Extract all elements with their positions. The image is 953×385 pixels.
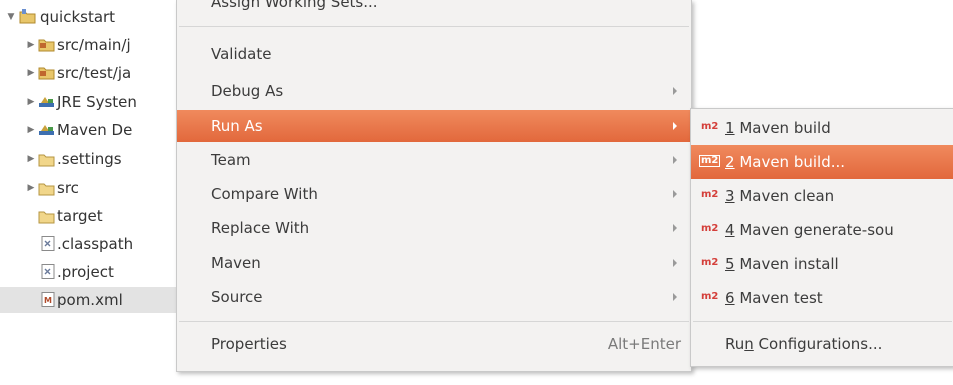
svg-text:M: M	[44, 296, 52, 305]
menu-item-label: Maven	[211, 254, 261, 272]
menu-item-validate[interactable]: Validate	[177, 38, 691, 70]
submenu-item-maven-clean[interactable]: m2 3 Maven clean	[691, 179, 953, 213]
source-folder-icon	[38, 39, 55, 52]
submenu-item-label: 3 Maven clean	[725, 187, 835, 205]
submenu-item-label: 6 Maven test	[725, 289, 823, 307]
submenu-item-run-configurations[interactable]: Run Configurations...	[691, 327, 953, 361]
menu-item-label: Replace With	[211, 219, 310, 237]
menu-item-label: Team	[211, 151, 251, 169]
source-folder-icon	[38, 67, 55, 80]
tree-item-src-main[interactable]: ▶ src/main/j	[0, 32, 200, 58]
tree-item-jre-system[interactable]: ▶ JRE Systen	[0, 89, 200, 115]
tree-item-label: Maven De	[57, 121, 133, 139]
context-menu: Assign Working Sets... Validate Debug As…	[176, 0, 692, 372]
menu-item-label: Validate	[211, 45, 272, 63]
submenu-item-maven-build-1[interactable]: m2 1 Maven build	[691, 111, 953, 145]
collapsed-arrow-icon[interactable]: ▶	[26, 39, 36, 51]
menu-item-label: Compare With	[211, 185, 318, 203]
tree-item-src-test[interactable]: ▶ src/test/ja	[0, 60, 200, 86]
folder-icon	[38, 154, 55, 167]
menu-item-assign-working-sets[interactable]: Assign Working Sets...	[177, 0, 691, 18]
tree-item-settings[interactable]: ▶ .settings	[0, 146, 200, 172]
submenu-item-label: 2 Maven build...	[725, 153, 846, 171]
submenu-arrow-icon	[673, 190, 677, 198]
maven-m2-icon: m2	[701, 257, 719, 268]
library-icon	[39, 97, 54, 107]
maven-m2-icon: m2	[699, 155, 721, 167]
tree-item-label: JRE Systen	[57, 93, 137, 111]
submenu-item-maven-install[interactable]: m2 5 Maven install	[691, 247, 953, 281]
tree-item-pom-xml[interactable]: M pom.xml	[0, 287, 200, 313]
maven-pom-icon: M	[41, 292, 55, 307]
file-icon	[41, 236, 55, 251]
menu-item-label: Run As	[211, 117, 263, 135]
run-as-submenu: m2 1 Maven build m2 2 Maven build... m2 …	[690, 108, 953, 367]
tree-item-label: src/test/ja	[57, 64, 132, 82]
library-icon	[39, 125, 54, 135]
file-icon	[41, 264, 55, 279]
tree-item-maven-dependencies[interactable]: ▶ Maven De	[0, 117, 200, 143]
menu-separator	[179, 321, 689, 322]
submenu-item-label: 4 Maven generate-sou	[725, 221, 894, 239]
folder-icon	[38, 211, 55, 224]
submenu-item-maven-build-2[interactable]: m2 2 Maven build...	[691, 145, 953, 179]
tree-item-label: .classpath	[57, 235, 134, 253]
tree-item-project[interactable]: .project	[0, 259, 200, 285]
tree-item-src[interactable]: ▶ src	[0, 175, 200, 201]
menu-item-properties[interactable]: Properties Alt+Enter	[177, 328, 691, 360]
menu-item-source[interactable]: Source	[177, 281, 691, 313]
menu-item-debug-as[interactable]: Debug As	[177, 75, 691, 107]
submenu-arrow-icon	[673, 87, 677, 95]
maven-m2-icon: m2	[701, 121, 719, 132]
menu-item-maven[interactable]: Maven	[177, 247, 691, 279]
submenu-item-label: Run Configurations...	[725, 335, 883, 353]
maven-m2-icon: m2	[701, 223, 719, 234]
menu-item-team[interactable]: Team	[177, 144, 691, 176]
menu-item-label: Debug As	[211, 82, 284, 100]
tree-item-label: src/main/j	[57, 36, 131, 54]
expanded-arrow-icon[interactable]: ▼	[6, 11, 16, 23]
submenu-item-label: 1 Maven build	[725, 119, 831, 137]
menu-item-shortcut: Alt+Enter	[607, 335, 681, 353]
menu-item-label: Source	[211, 288, 263, 306]
folder-icon	[38, 183, 55, 196]
submenu-item-maven-generate-sources[interactable]: m2 4 Maven generate-sou	[691, 213, 953, 247]
menu-item-run-as[interactable]: Run As	[177, 110, 691, 142]
tree-item-label: target	[57, 207, 103, 225]
submenu-arrow-icon	[673, 224, 677, 232]
submenu-separator	[693, 321, 952, 322]
tree-item-label: pom.xml	[57, 291, 123, 309]
submenu-arrow-icon	[673, 293, 677, 301]
maven-m2-icon: m2	[701, 189, 719, 200]
submenu-arrow-icon	[673, 122, 677, 130]
collapsed-arrow-icon[interactable]: ▶	[26, 153, 36, 165]
project-explorer-tree: ▼ quickstart ▶ src/main/j ▶ src/test/ja …	[0, 0, 200, 385]
menu-item-replace-with[interactable]: Replace With	[177, 212, 691, 244]
submenu-item-label: 5 Maven install	[725, 255, 839, 273]
submenu-arrow-icon	[673, 156, 677, 164]
project-folder-icon	[19, 9, 36, 24]
tree-item-label: src	[57, 179, 79, 197]
submenu-arrow-icon	[673, 259, 677, 267]
submenu-item-maven-test[interactable]: m2 6 Maven test	[691, 281, 953, 315]
menu-item-compare-with[interactable]: Compare With	[177, 178, 691, 210]
tree-item-quickstart[interactable]: ▼ quickstart	[0, 4, 200, 30]
collapsed-arrow-icon[interactable]: ▶	[26, 182, 36, 194]
tree-item-label: quickstart	[40, 8, 116, 26]
collapsed-arrow-icon[interactable]: ▶	[26, 67, 36, 79]
collapsed-arrow-icon[interactable]: ▶	[26, 96, 36, 108]
tree-item-label: .settings	[57, 150, 122, 168]
maven-m2-icon: m2	[701, 291, 719, 302]
collapsed-arrow-icon[interactable]: ▶	[26, 124, 36, 136]
menu-item-label: Assign Working Sets...	[211, 0, 378, 11]
menu-separator	[179, 26, 689, 27]
tree-item-label: .project	[57, 263, 114, 281]
menu-item-label: Properties	[211, 335, 287, 353]
tree-item-classpath[interactable]: .classpath	[0, 231, 200, 257]
tree-item-target[interactable]: target	[0, 203, 200, 229]
